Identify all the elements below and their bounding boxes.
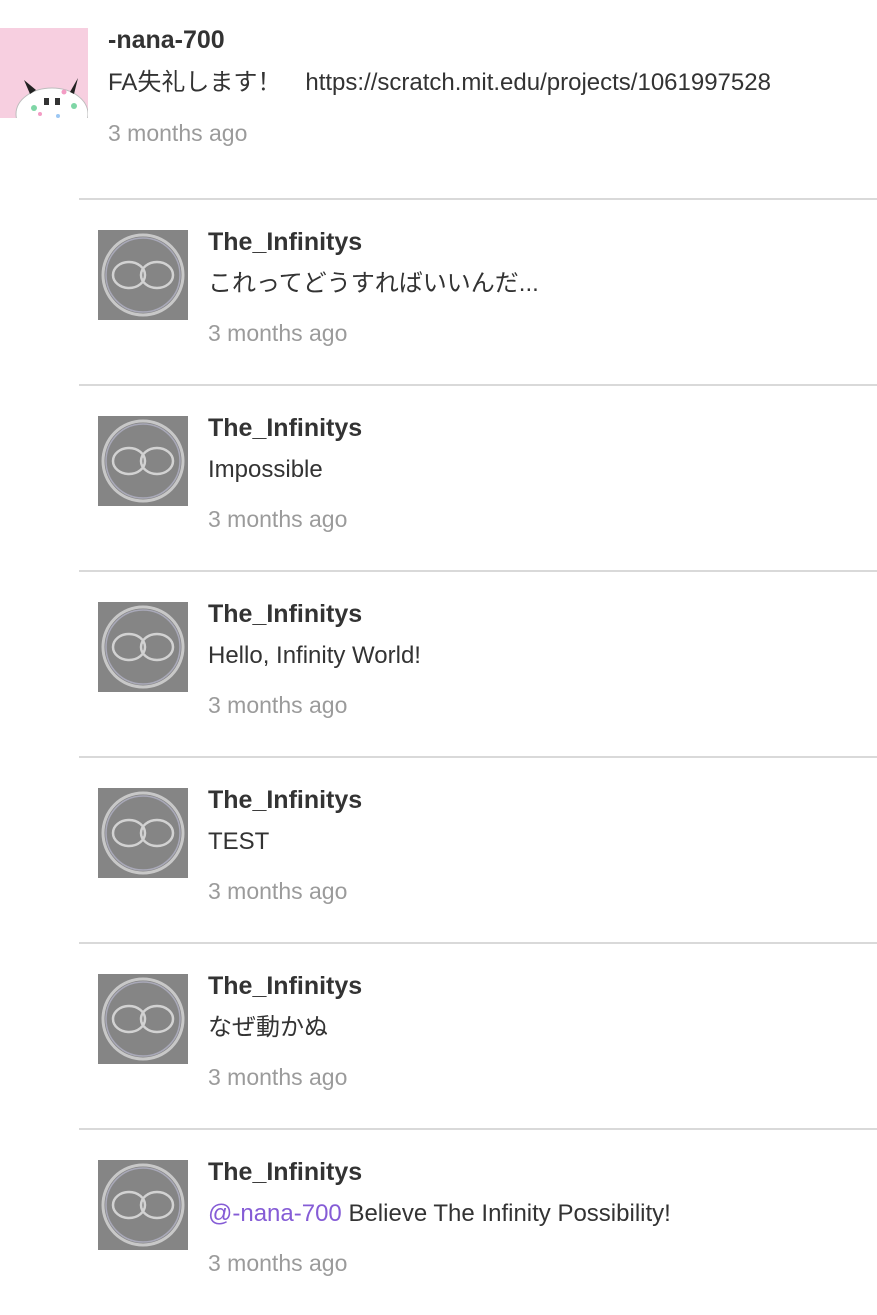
infinity-circle-icon	[98, 416, 188, 506]
user-avatar[interactable]	[98, 974, 188, 1064]
reply-content: @-nana-700 Believe The Infinity Possibil…	[208, 1202, 671, 1226]
reply-username[interactable]: The_Infinitys	[208, 230, 362, 255]
user-avatar[interactable]	[98, 230, 188, 320]
reply-comment: The_Infinitys なぜ動かぬ 3 months ago	[79, 943, 877, 1129]
reply-content-text: Believe The Infinity Possibility!	[341, 1200, 671, 1227]
reply-time: 3 months ago	[208, 692, 348, 718]
user-avatar[interactable]	[98, 1160, 188, 1250]
user-avatar[interactable]	[98, 416, 188, 506]
reply-username[interactable]: The_Infinitys	[208, 602, 362, 627]
infinity-circle-icon	[98, 602, 188, 692]
reply-username[interactable]: The_Infinitys	[208, 416, 362, 441]
reply-username[interactable]: The_Infinitys	[208, 788, 362, 813]
reply-content: TEST	[208, 828, 270, 855]
infinity-circle-icon	[98, 230, 188, 320]
reply-comment: The_Infinitys TEST 3 months ago	[79, 757, 877, 943]
reply-content: なぜ動かぬ	[208, 1014, 328, 1041]
reply-time: 3 months ago	[208, 1064, 348, 1090]
reply-content: Impossible	[208, 456, 323, 483]
infinity-circle-icon	[98, 974, 188, 1064]
reply-comment: The_Infinitys @-nana-700 Believe The Inf…	[79, 1129, 877, 1315]
mention-link[interactable]: @-nana-700	[208, 1200, 342, 1227]
user-avatar[interactable]	[98, 788, 188, 878]
reply-time: 3 months ago	[208, 1250, 348, 1276]
reply-time: 3 months ago	[208, 878, 348, 904]
comment-content: FA失礼します！ https://scratch.mit.edu/project…	[108, 69, 771, 96]
reply-username[interactable]: The_Infinitys	[208, 974, 362, 999]
reply-time: 3 months ago	[208, 320, 348, 346]
user-avatar[interactable]	[98, 602, 188, 692]
reply-comment: The_Infinitys Impossible 3 months ago	[79, 385, 877, 571]
infinity-circle-icon	[98, 1160, 188, 1250]
reply-username[interactable]: The_Infinitys	[208, 1160, 362, 1185]
user-avatar[interactable]	[0, 28, 88, 118]
reply-content: これってどうすればいいんだ...	[208, 270, 539, 297]
comment-time: 3 months ago	[108, 120, 248, 146]
reply-time: 3 months ago	[208, 506, 348, 532]
cartoon-character-icon	[0, 28, 88, 118]
infinity-circle-icon	[98, 788, 188, 878]
comment-username[interactable]: -nana-700	[108, 28, 225, 53]
top-comment: -nana-700 FA失礼します！ https://scratch.mit.e…	[0, 0, 877, 198]
reply-content: Hello, Infinity World!	[208, 642, 421, 669]
reply-comment: The_Infinitys Hello, Infinity World! 3 m…	[79, 571, 877, 757]
reply-comment: The_Infinitys これってどうすればいいんだ... 3 months …	[79, 199, 877, 385]
